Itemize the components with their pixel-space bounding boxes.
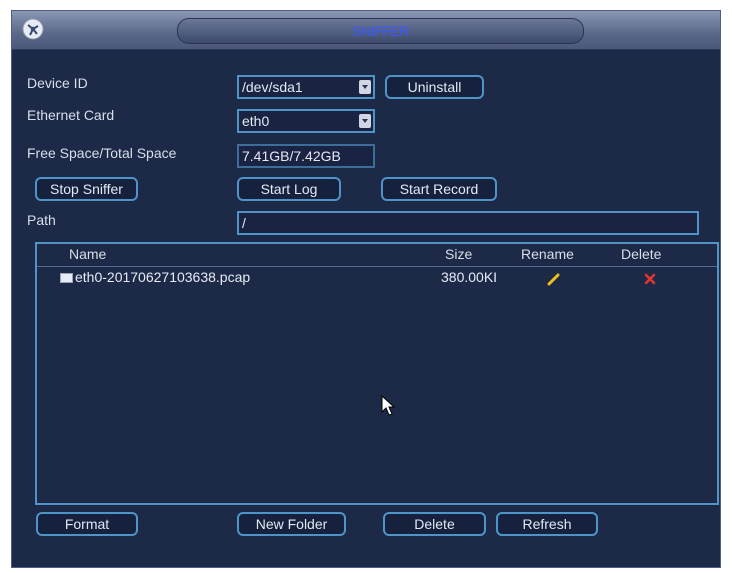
start-log-button[interactable]: Start Log bbox=[237, 177, 341, 201]
column-name: Name bbox=[69, 246, 107, 262]
format-button[interactable]: Format bbox=[36, 512, 138, 536]
space-value: 7.41GB/7.42GB bbox=[242, 148, 341, 164]
path-label: Path bbox=[27, 212, 56, 228]
ethernet-card-label: Ethernet Card bbox=[27, 107, 115, 123]
title-bar: SNIFFER bbox=[12, 11, 720, 50]
uninstall-button[interactable]: Uninstall bbox=[385, 75, 484, 99]
column-rename: Rename bbox=[521, 246, 574, 262]
column-size: Size bbox=[445, 246, 473, 262]
list-header: Name Size Rename Delete bbox=[37, 244, 717, 267]
path-field[interactable]: / bbox=[237, 211, 699, 235]
refresh-button[interactable]: Refresh bbox=[496, 512, 598, 536]
x-icon[interactable] bbox=[644, 273, 656, 285]
file-size: 380.00KI bbox=[441, 269, 498, 285]
start-record-button[interactable]: Start Record bbox=[381, 177, 497, 201]
ethernet-card-value: eth0 bbox=[242, 113, 270, 129]
sniffer-window: SNIFFER Device ID /dev/sda1 Uninstall Et… bbox=[11, 10, 721, 568]
mouse-cursor-icon bbox=[381, 395, 395, 416]
file-icon bbox=[60, 273, 73, 283]
delete-button[interactable]: Delete bbox=[383, 512, 486, 536]
title-pill: SNIFFER bbox=[177, 18, 584, 44]
ethernet-card-select[interactable]: eth0 bbox=[237, 109, 375, 133]
chevron-down-icon[interactable] bbox=[359, 114, 371, 128]
file-name: eth0-20170627103638.pcap bbox=[75, 269, 251, 285]
stop-sniffer-button[interactable]: Stop Sniffer bbox=[35, 177, 138, 201]
window-title: SNIFFER bbox=[352, 23, 409, 39]
chevron-down-icon[interactable] bbox=[359, 80, 371, 94]
device-id-label: Device ID bbox=[27, 75, 88, 91]
table-row[interactable]: eth0-20170627103638.pcap 380.00KI bbox=[37, 268, 717, 288]
column-delete: Delete bbox=[621, 246, 662, 262]
path-value: / bbox=[242, 215, 246, 231]
pencil-icon[interactable] bbox=[547, 272, 561, 286]
device-id-value: /dev/sda1 bbox=[242, 79, 303, 95]
new-folder-button[interactable]: New Folder bbox=[237, 512, 346, 536]
file-list[interactable]: Name Size Rename Delete eth0-20170627103… bbox=[35, 242, 719, 505]
device-id-select[interactable]: /dev/sda1 bbox=[237, 75, 375, 99]
logo-icon bbox=[22, 18, 44, 40]
space-label: Free Space/Total Space bbox=[27, 145, 177, 161]
space-value-field: 7.41GB/7.42GB bbox=[237, 144, 375, 168]
